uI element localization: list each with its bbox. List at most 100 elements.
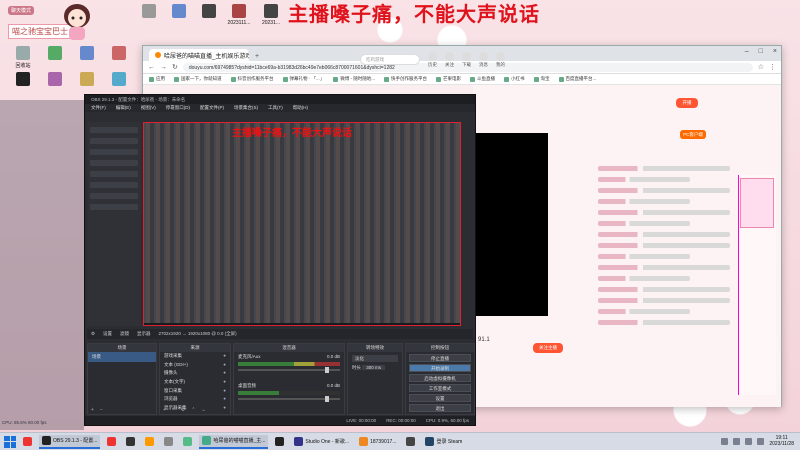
slider-handle[interactable] [324,367,329,373]
desktop-icon[interactable] [40,72,70,88]
volume-icon[interactable] [757,437,765,445]
source-item[interactable]: 浏览器 ● [160,395,230,404]
taskbar-item[interactable]: 哈尿爸的喵喵直播_主... [199,434,269,449]
bookmark-item[interactable]: 芒果电影 [436,76,461,82]
filters-button[interactable]: 滤镜 [120,331,129,337]
desktop-icon[interactable] [104,72,134,88]
obs-preview[interactable]: 主播嗓子痛，不能大声说话 [143,122,461,326]
desktop-icon[interactable] [8,72,38,88]
down-icon[interactable]: ⌄ [202,407,206,413]
eye-icon[interactable]: ● [223,353,226,359]
volume-slider[interactable] [238,367,340,373]
network-icon[interactable] [745,437,753,445]
taskbar-item[interactable] [142,435,157,449]
minimize-icon[interactable]: – [745,48,749,55]
taskbar-item[interactable] [403,435,418,449]
menu-view[interactable]: 视图(V) [141,105,156,111]
taskbar-item[interactable]: 登录 Steam [422,435,465,449]
tray-icon[interactable] [721,437,729,445]
eye-icon[interactable]: ● [223,379,226,385]
desktop-icon[interactable] [194,4,224,20]
settings-button[interactable]: 设置 [409,394,471,402]
source-item[interactable]: 游戏采集 ● [160,352,230,361]
remove-icon[interactable]: − [172,407,175,413]
desktop-icon[interactable] [72,46,102,62]
maximize-icon[interactable]: □ [759,48,763,55]
bookmark-item[interactable]: 抖音创作服务平台 [230,76,274,82]
new-tab-icon[interactable]: + [255,53,259,60]
back-icon[interactable]: ← [148,64,155,71]
reload-icon[interactable]: ↻ [172,63,178,71]
open-live-button[interactable]: 开播 [676,98,698,108]
settings-gear-icon[interactable]: ⚙ [91,331,95,337]
exit-button[interactable]: 退出 [409,404,471,412]
nav-follow[interactable]: 关注 [445,52,454,68]
windows-start-icon[interactable] [4,435,16,448]
remove-icon[interactable]: − [100,407,103,413]
up-icon[interactable]: ⌃ [191,407,195,413]
menu-profile[interactable]: 配置文件(P) [200,105,224,111]
bookmark-item[interactable]: 应用 [149,76,165,82]
volume-slider[interactable] [238,396,340,402]
bookmark-item[interactable]: 微博 - 随时随地... [333,76,375,82]
search-input[interactable]: 吃鸡游戏 [360,54,420,65]
taskbar-item[interactable] [123,435,138,449]
desktop-icon[interactable]: 20231... [256,4,286,26]
ad-banner[interactable] [740,178,774,228]
menu-docks[interactable]: 停靠窗口(D) [166,105,190,111]
nav-download[interactable]: 下载 [462,52,471,68]
add-icon[interactable]: + [163,407,166,413]
taskbar-item[interactable]: Studio One - 新歌... [291,435,352,449]
forward-icon[interactable]: → [160,64,167,71]
clock[interactable]: 19:11 2023/11/28 [769,435,794,447]
source-item[interactable]: 摄像头 ● [160,369,230,378]
desktop-icon[interactable] [40,46,70,62]
menu-scene-collection[interactable]: 场景集合(S) [234,105,258,111]
menu-edit[interactable]: 编辑(E) [116,105,131,111]
nav-messages[interactable]: 消息 [479,52,488,68]
menu-icon[interactable]: ⋮ [769,63,776,71]
taskbar-item[interactable] [20,435,35,449]
desktop-icon[interactable]: 2023111... [224,4,254,26]
bookmark-item[interactable]: 百度直播平台... [558,76,596,82]
close-window-icon[interactable]: × [773,48,777,55]
menu-file[interactable]: 文件(F) [91,105,106,111]
eye-icon[interactable]: ● [223,370,226,376]
taskbar-item[interactable] [161,435,176,449]
taskbar-item[interactable] [104,435,119,449]
follow-button[interactable]: 关注主播 [533,343,563,353]
eye-icon[interactable]: ● [223,388,226,394]
taskbar-item[interactable]: 18739017... [356,435,399,449]
studio-mode-button[interactable]: 工作室模式 [409,384,471,392]
add-icon[interactable]: + [91,407,94,413]
bookmark-item[interactable]: 淘宝 [533,76,550,82]
slider-handle[interactable] [324,396,329,402]
menu-tools[interactable]: 工具(T) [268,105,283,111]
scene-item[interactable]: 场景 [88,352,156,362]
eye-icon[interactable]: ● [223,362,226,368]
taskbar-item[interactable] [272,435,287,449]
desktop-icon[interactable] [164,4,194,20]
properties-button[interactable]: 设置 [103,331,112,337]
taskbar-item[interactable] [180,435,195,449]
bookmark-star-icon[interactable]: ☆ [758,63,764,71]
tray-icon[interactable] [733,437,741,445]
taskbar-item[interactable]: OBS 29.1.3 - 配置... [39,434,101,449]
start-recording-button[interactable]: 开始录制 [409,364,471,372]
source-item[interactable]: 文本(文字) ● [160,378,230,387]
eye-icon[interactable]: ● [223,396,226,402]
bookmark-item[interactable]: 小红书 [504,76,525,82]
stop-streaming-button[interactable]: 停止直播 [409,354,471,362]
source-item[interactable]: 文本 (GDI+) ● [160,361,230,370]
nav-history[interactable]: 历史 [428,52,437,68]
desktop-icon[interactable] [134,4,164,20]
bookmark-item[interactable]: 斗鱼直播 [470,76,495,82]
bookmark-item[interactable]: 弹幕礼物 · 「...」 [282,76,324,82]
desktop-icon[interactable] [72,72,102,88]
eye-icon[interactable]: ● [223,405,226,411]
gear-icon[interactable]: ⚙ [181,407,185,413]
transition-select[interactable]: 淡化 [352,355,398,362]
source-item[interactable]: 窗口采集 ● [160,386,230,395]
pc-client-tag[interactable]: PC客户端 [680,130,706,139]
desktop-icon[interactable]: 回收站 [8,46,38,69]
